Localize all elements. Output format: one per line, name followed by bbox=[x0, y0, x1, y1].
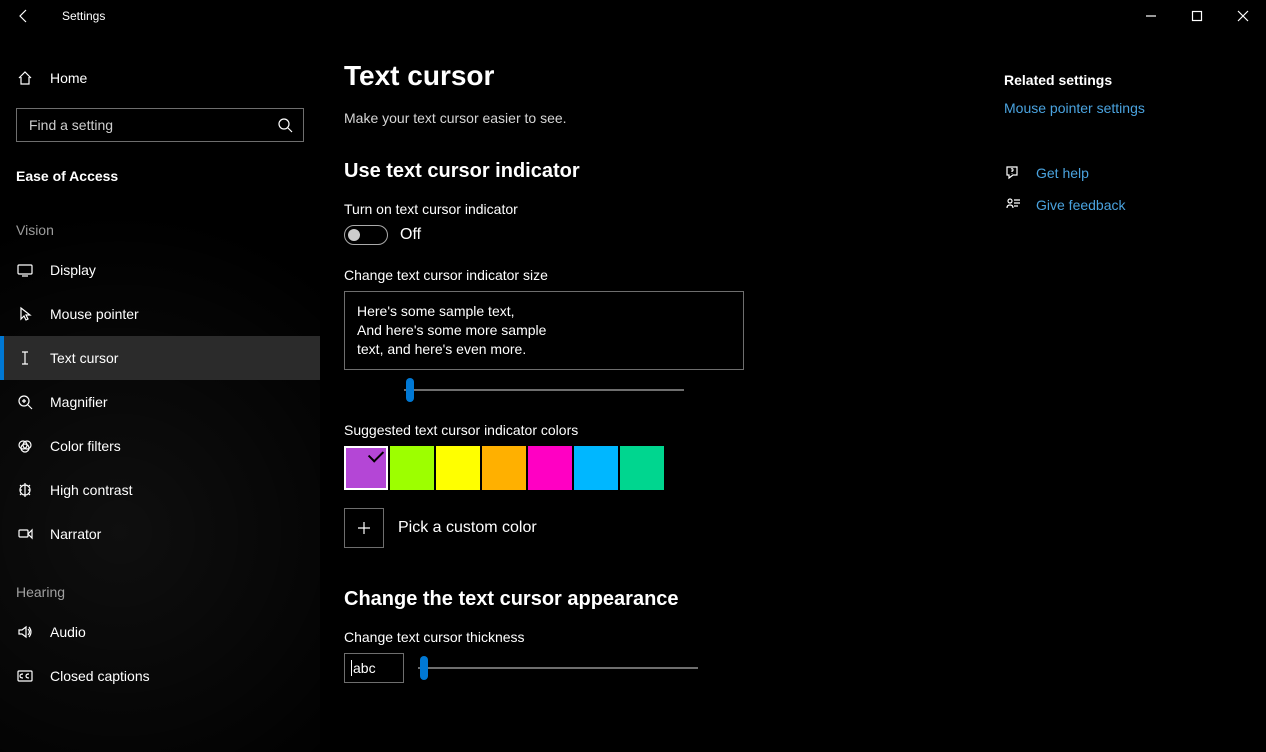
sidebar-item-label: Color filters bbox=[50, 438, 121, 454]
page-title: Text cursor bbox=[344, 60, 984, 92]
thickness-preview: abc bbox=[344, 653, 404, 683]
titlebar: Settings bbox=[0, 0, 1266, 32]
color-filters-icon bbox=[16, 437, 34, 455]
related-link-mouse-pointer[interactable]: Mouse pointer settings bbox=[1004, 100, 1145, 116]
page-subtitle: Make your text cursor easier to see. bbox=[344, 110, 984, 126]
sidebar-item-text-cursor[interactable]: Text cursor bbox=[0, 336, 320, 380]
search-icon bbox=[276, 116, 294, 134]
color-swatches bbox=[344, 446, 984, 490]
maximize-button[interactable] bbox=[1174, 0, 1220, 32]
sample-text-box: Here's some sample text, And here's some… bbox=[344, 291, 744, 370]
colors-label: Suggested text cursor indicator colors bbox=[344, 422, 984, 438]
narrator-icon bbox=[16, 525, 34, 543]
get-help-label: Get help bbox=[1036, 165, 1089, 181]
sidebar-item-label: Text cursor bbox=[50, 350, 118, 366]
toggle-label: Turn on text cursor indicator bbox=[344, 201, 984, 217]
sidebar-item-label: Display bbox=[50, 262, 96, 278]
color-swatch[interactable] bbox=[620, 446, 664, 490]
sidebar-item-label: Magnifier bbox=[50, 394, 108, 410]
home-label: Home bbox=[50, 70, 87, 86]
sidebar-item-label: High contrast bbox=[50, 482, 132, 498]
color-swatch[interactable] bbox=[574, 446, 618, 490]
sidebar: Home Ease of Access Vision Display Mouse… bbox=[0, 32, 320, 752]
indicator-toggle[interactable] bbox=[344, 225, 388, 245]
color-swatch[interactable] bbox=[436, 446, 480, 490]
app-title: Settings bbox=[62, 9, 105, 23]
high-contrast-icon bbox=[16, 481, 34, 499]
audio-icon bbox=[16, 623, 34, 641]
plus-icon bbox=[356, 520, 372, 536]
give-feedback-link[interactable]: Give feedback bbox=[1004, 196, 1145, 214]
related-heading: Related settings bbox=[1004, 72, 1145, 88]
home-nav[interactable]: Home bbox=[0, 58, 320, 98]
sidebar-item-high-contrast[interactable]: High contrast bbox=[0, 468, 320, 512]
section-title: Ease of Access bbox=[0, 154, 320, 194]
minimize-button[interactable] bbox=[1128, 0, 1174, 32]
closed-captions-icon bbox=[16, 667, 34, 685]
thickness-label: Change text cursor thickness bbox=[344, 629, 984, 645]
sample-line: And here's some more sample bbox=[357, 321, 731, 340]
thickness-sample-text: abc bbox=[353, 660, 376, 676]
sidebar-item-label: Mouse pointer bbox=[50, 306, 139, 322]
size-label: Change text cursor indicator size bbox=[344, 267, 984, 283]
sidebar-item-mouse-pointer[interactable]: Mouse pointer bbox=[0, 292, 320, 336]
sidebar-item-color-filters[interactable]: Color filters bbox=[0, 424, 320, 468]
toggle-state: Off bbox=[400, 226, 421, 244]
group-title-vision: Vision bbox=[0, 194, 320, 248]
color-swatch[interactable] bbox=[528, 446, 572, 490]
mouse-pointer-icon bbox=[16, 305, 34, 323]
sidebar-item-label: Closed captions bbox=[50, 668, 150, 684]
sidebar-item-closed-captions[interactable]: Closed captions bbox=[0, 654, 320, 698]
color-swatch[interactable] bbox=[482, 446, 526, 490]
text-cursor-icon bbox=[16, 349, 34, 367]
section-heading-appearance: Change the text cursor appearance bbox=[344, 588, 984, 611]
sample-line: Here's some sample text, bbox=[357, 302, 731, 321]
size-slider[interactable] bbox=[404, 382, 684, 398]
color-swatch[interactable] bbox=[390, 446, 434, 490]
get-help-link[interactable]: Get help bbox=[1004, 164, 1145, 182]
sidebar-item-narrator[interactable]: Narrator bbox=[0, 512, 320, 556]
close-button[interactable] bbox=[1220, 0, 1266, 32]
home-icon bbox=[16, 69, 34, 87]
help-icon bbox=[1004, 164, 1022, 182]
give-feedback-label: Give feedback bbox=[1036, 197, 1126, 213]
sidebar-item-label: Audio bbox=[50, 624, 86, 640]
sidebar-item-magnifier[interactable]: Magnifier bbox=[0, 380, 320, 424]
custom-color-button[interactable] bbox=[344, 508, 384, 548]
color-swatch[interactable] bbox=[344, 446, 388, 490]
display-icon bbox=[16, 261, 34, 279]
magnifier-icon bbox=[16, 393, 34, 411]
group-title-hearing: Hearing bbox=[0, 556, 320, 610]
feedback-icon bbox=[1004, 196, 1022, 214]
thickness-slider[interactable] bbox=[418, 660, 698, 676]
search-input[interactable] bbox=[16, 108, 304, 142]
custom-color-label: Pick a custom color bbox=[398, 519, 537, 537]
sidebar-item-audio[interactable]: Audio bbox=[0, 610, 320, 654]
back-button[interactable] bbox=[0, 0, 48, 32]
sample-line: text, and here's even more. bbox=[357, 340, 731, 359]
section-heading-indicator: Use text cursor indicator bbox=[344, 160, 984, 183]
sidebar-item-display[interactable]: Display bbox=[0, 248, 320, 292]
sidebar-item-label: Narrator bbox=[50, 526, 101, 542]
